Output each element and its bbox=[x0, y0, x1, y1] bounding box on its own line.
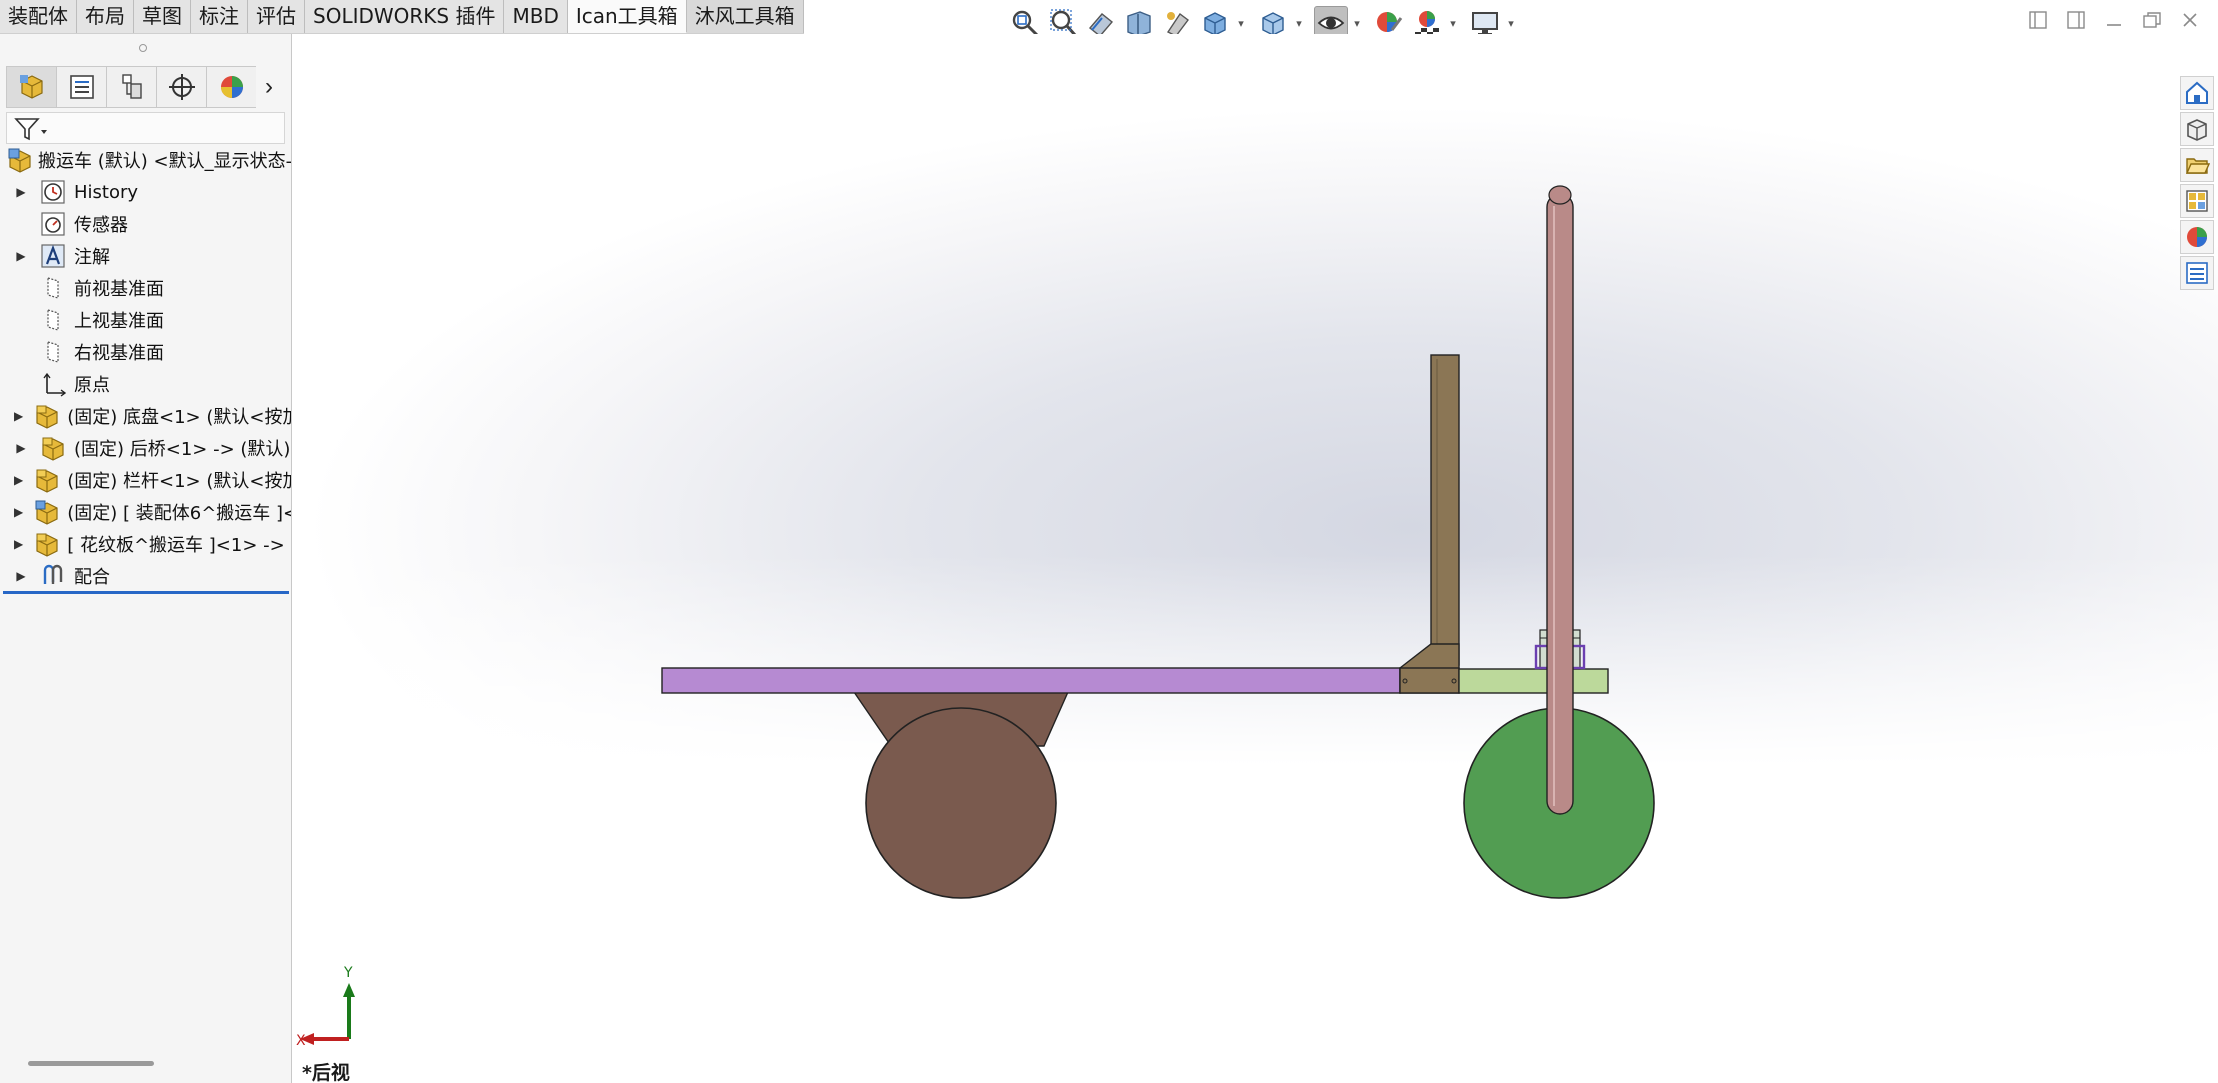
part-icon bbox=[33, 530, 61, 558]
tree-item-label: (固定) 后桥<1> -> (默认) bbox=[74, 439, 291, 460]
assembly-icon bbox=[6, 146, 34, 174]
part-icon bbox=[33, 466, 61, 494]
tree-item[interactable]: ▶ 注解 bbox=[0, 240, 291, 272]
close-icon[interactable] bbox=[2176, 6, 2204, 34]
expand-caret-icon[interactable]: ▶ bbox=[14, 441, 28, 455]
reference-triad: Y X bbox=[296, 965, 355, 1049]
tree-item-label: 注解 bbox=[74, 247, 110, 268]
command-tab-7[interactable]: Ican工具箱 bbox=[567, 0, 687, 33]
plane-icon bbox=[38, 306, 68, 334]
cart-model-view[interactable] bbox=[292, 34, 2218, 1083]
rail-post[interactable] bbox=[1430, 354, 1460, 666]
expand-caret-icon[interactable]: ▶ bbox=[14, 505, 23, 519]
handle-cap[interactable] bbox=[1548, 185, 1572, 205]
expand-caret-icon[interactable]: ▶ bbox=[14, 569, 28, 583]
tree-item[interactable]: ▶ (固定) 栏杆<1> (默认<按加 bbox=[0, 464, 291, 496]
tree-item[interactable]: ▶ [ 花纹板^搬运车 ]<1> -> ( bbox=[0, 528, 291, 560]
dock-left-icon[interactable] bbox=[2024, 6, 2052, 34]
feature-tree: 搬运车 (默认) <默认_显示状态-▶History▶传感器▶注解▶前视基准面▶… bbox=[0, 144, 291, 592]
tree-item-label: 上视基准面 bbox=[74, 311, 164, 332]
command-tab-1[interactable]: 布局 bbox=[77, 0, 134, 33]
tree-item-label: History bbox=[74, 181, 139, 203]
history-icon bbox=[38, 178, 68, 206]
tree-root-label: 搬运车 (默认) <默认_显示状态- bbox=[38, 151, 291, 172]
design-library-icon[interactable] bbox=[2180, 112, 2214, 146]
custom-properties-icon[interactable] bbox=[2180, 256, 2214, 290]
restore-icon[interactable] bbox=[2138, 6, 2166, 34]
command-tab-6[interactable]: MBD bbox=[504, 0, 568, 33]
window-controls bbox=[2024, 6, 2218, 34]
dimxpertmanager-icon[interactable] bbox=[156, 66, 206, 108]
tree-item[interactable]: ▶ History bbox=[0, 176, 291, 208]
rear-wheel[interactable] bbox=[865, 707, 1057, 899]
tree-item[interactable]: ▶ (固定) 后桥<1> -> (默认) bbox=[0, 432, 291, 464]
tree-item-label: (固定) 栏杆<1> (默认<按加 bbox=[67, 471, 291, 492]
feature-manager-panel: › 搬运车 (默认) <默认_显示状态-▶History▶传感器▶注解▶前视基准… bbox=[0, 34, 292, 1083]
tree-item-label: 传感器 bbox=[74, 215, 128, 236]
command-manager-tabs: 装配体 布局 草图 标注 评估 SOLIDWORKS 插件 MBD Ican工具箱 沐风工具箱 bbox=[0, 0, 804, 34]
handle-bar[interactable] bbox=[1546, 193, 1574, 815]
triad-x-label: X bbox=[296, 1033, 306, 1049]
tree-item[interactable]: ▶传感器 bbox=[0, 208, 291, 240]
solidworks-resources-icon[interactable] bbox=[2180, 76, 2214, 110]
tree-item-label: 配合 bbox=[74, 567, 110, 588]
expand-caret-icon[interactable]: ▶ bbox=[14, 537, 23, 551]
displaymanager-icon[interactable] bbox=[206, 66, 256, 108]
more-tabs-chevron-icon[interactable]: › bbox=[256, 66, 282, 108]
part-icon bbox=[33, 402, 61, 430]
tree-item[interactable]: ▶上视基准面 bbox=[0, 304, 291, 336]
command-tab-0[interactable]: 装配体 bbox=[0, 0, 77, 33]
featuremanager-tree-icon[interactable] bbox=[6, 66, 56, 108]
appearances-icon[interactable] bbox=[2180, 220, 2214, 254]
tree-item[interactable]: ▶ (固定) [ 装配体6^搬运车 ]< bbox=[0, 496, 291, 528]
view-palette-icon[interactable] bbox=[2180, 184, 2214, 218]
dock-right-icon[interactable] bbox=[2062, 6, 2090, 34]
graphics-area[interactable]: Y X *后视 bbox=[292, 34, 2218, 1083]
annotation-icon bbox=[38, 242, 68, 270]
minimize-icon[interactable] bbox=[2100, 6, 2128, 34]
expand-caret-icon[interactable]: ▶ bbox=[14, 473, 23, 487]
tree-item[interactable]: ▶ 配合 bbox=[0, 560, 291, 592]
command-tab-4[interactable]: 评估 bbox=[248, 0, 305, 33]
tree-item-label: 前视基准面 bbox=[74, 279, 164, 300]
tree-item-label: 右视基准面 bbox=[74, 343, 164, 364]
subassembly-icon bbox=[33, 498, 61, 526]
manager-tabs: › bbox=[6, 66, 282, 108]
front-plate[interactable] bbox=[1458, 668, 1609, 694]
tree-filter-bar[interactable] bbox=[6, 112, 285, 144]
tree-item-label: 原点 bbox=[74, 375, 110, 396]
tree-item-label: (固定) 底盘<1> (默认<按加 bbox=[67, 407, 291, 428]
tree-item-label: [ 花纹板^搬运车 ]<1> -> ( bbox=[67, 535, 291, 556]
tree-root-assembly[interactable]: 搬运车 (默认) <默认_显示状态- bbox=[0, 144, 291, 176]
triad-y-label: Y bbox=[343, 965, 353, 981]
expand-caret-icon[interactable]: ▶ bbox=[14, 409, 23, 423]
task-pane-tabs bbox=[2180, 76, 2214, 292]
expand-caret-icon[interactable]: ▶ bbox=[14, 249, 28, 263]
plane-icon bbox=[38, 274, 68, 302]
propertymanager-icon[interactable] bbox=[56, 66, 106, 108]
command-tab-8[interactable]: 沐风工具箱 bbox=[686, 0, 804, 33]
origin-icon bbox=[38, 370, 68, 398]
configurationmanager-icon[interactable] bbox=[106, 66, 156, 108]
tree-item-label: (固定) [ 装配体6^搬运车 ]< bbox=[67, 503, 291, 524]
sensor-icon bbox=[38, 210, 68, 238]
tree-item[interactable]: ▶ (固定) 底盘<1> (默认<按加 bbox=[0, 400, 291, 432]
panel-horizontal-scrollbar[interactable] bbox=[28, 1061, 154, 1066]
command-tab-5[interactable]: SOLIDWORKS 插件 bbox=[305, 0, 505, 33]
tree-item[interactable]: ▶右视基准面 bbox=[0, 336, 291, 368]
filter-icon[interactable] bbox=[13, 116, 49, 142]
mates-icon bbox=[38, 562, 68, 590]
command-tab-2[interactable]: 草图 bbox=[134, 0, 191, 33]
rollback-bar[interactable] bbox=[3, 591, 289, 594]
view-orientation-label: *后视 bbox=[302, 1062, 350, 1083]
platform-deck[interactable] bbox=[661, 667, 1401, 694]
file-explorer-icon[interactable] bbox=[2180, 148, 2214, 182]
plane-icon bbox=[38, 338, 68, 366]
tree-item[interactable]: ▶前视基准面 bbox=[0, 272, 291, 304]
part-icon bbox=[38, 434, 68, 462]
panel-grip-handle[interactable] bbox=[139, 44, 147, 52]
expand-caret-icon[interactable]: ▶ bbox=[14, 185, 28, 199]
command-tab-3[interactable]: 标注 bbox=[191, 0, 248, 33]
tree-item[interactable]: ▶原点 bbox=[0, 368, 291, 400]
